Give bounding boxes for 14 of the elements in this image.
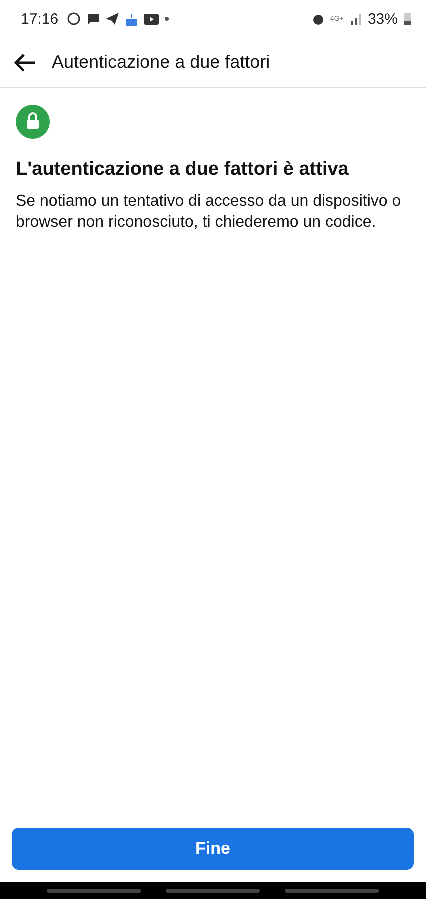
done-button[interactable]: Fine bbox=[12, 828, 414, 870]
send-icon bbox=[106, 13, 119, 25]
description-text: Se notiamo un tentativo di accesso da un dispositivo o browser non riconosciuto, ti chiederemo un codice. bbox=[16, 192, 402, 233]
lock-icon bbox=[16, 105, 50, 139]
page-title: Autenticazione a due fattori bbox=[52, 52, 270, 73]
status-heading: L'autenticazione a due fattori è attiva bbox=[16, 159, 350, 181]
back-arrow-icon[interactable] bbox=[14, 54, 36, 72]
signal-icon bbox=[350, 13, 362, 25]
battery-icon bbox=[404, 12, 412, 26]
dot-icon bbox=[164, 17, 169, 21]
message-icon bbox=[86, 13, 100, 25]
battery-percent: 33% bbox=[368, 10, 398, 28]
play-icon bbox=[144, 14, 159, 24]
status-time: 17:16 bbox=[21, 10, 59, 28]
